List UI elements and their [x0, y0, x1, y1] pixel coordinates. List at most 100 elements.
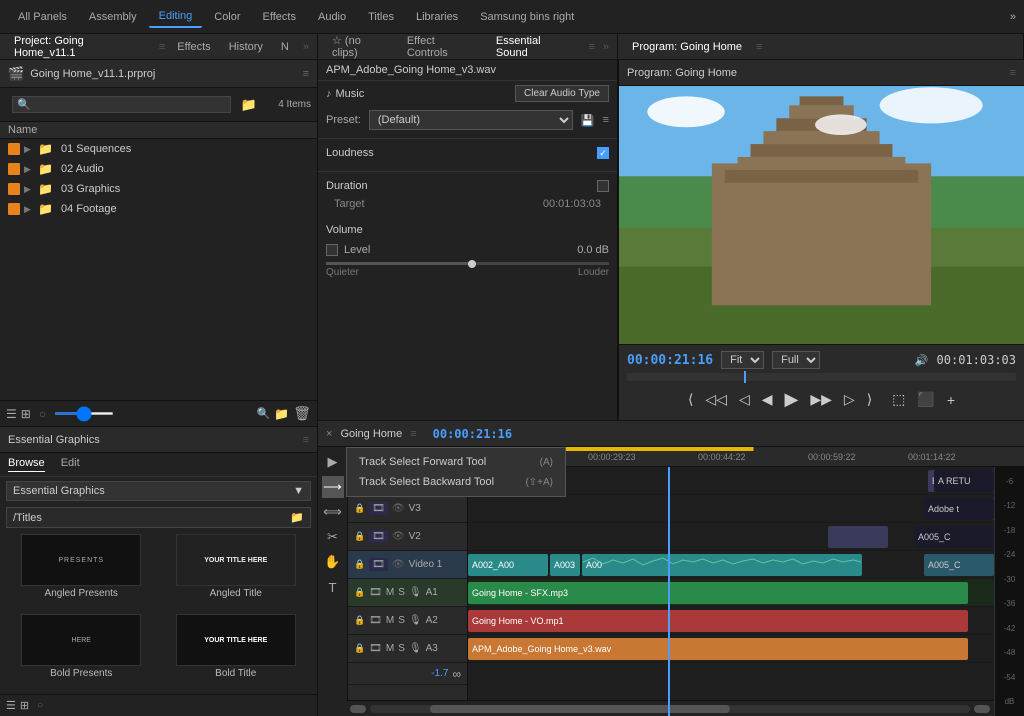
- pm-timeline-bar[interactable]: [627, 373, 1016, 381]
- track-clip-v2-a[interactable]: [828, 526, 888, 548]
- track-select-backward-item[interactable]: Track Select Backward Tool (⇧+A): [347, 472, 565, 492]
- timeline-scrollbar[interactable]: [370, 705, 970, 713]
- solo-icon-a3[interactable]: S: [398, 643, 405, 654]
- clear-audio-type-button[interactable]: Clear Audio Type: [515, 85, 609, 102]
- pm-rewind-button[interactable]: ◀: [758, 389, 777, 410]
- track-clip-v3-right[interactable]: Adobe t: [924, 498, 994, 520]
- timeline-playhead[interactable]: [668, 467, 670, 716]
- project-search-box[interactable]: 🔍: [12, 96, 231, 113]
- eg-item-angled-title[interactable]: Angled Title: [161, 534, 312, 610]
- eg-item-angled-presents[interactable]: Angled Presents: [6, 534, 157, 610]
- mute-icon-a2[interactable]: M: [386, 615, 394, 626]
- tab-project[interactable]: Project: Going Home_v11.1: [8, 33, 153, 61]
- track-select-tool-button[interactable]: ⟶: [322, 476, 344, 498]
- nav-audio[interactable]: Audio: [308, 7, 356, 27]
- pm-menu-icon[interactable]: ≡: [1010, 67, 1016, 79]
- tab-effect-controls[interactable]: Effect Controls: [401, 33, 484, 61]
- nav-more-button[interactable]: »: [1010, 11, 1016, 23]
- tab-essential-sound[interactable]: Essential Sound: [490, 33, 581, 61]
- scroll-left-btn[interactable]: [350, 705, 366, 713]
- pm-play-button[interactable]: ▶: [781, 387, 803, 412]
- eg-item-bold-presents[interactable]: Bold Presents: [6, 614, 157, 690]
- tab-n[interactable]: N: [275, 39, 295, 55]
- level-checkbox[interactable]: [326, 244, 338, 256]
- duration-checkbox[interactable]: [597, 180, 609, 192]
- level-slider[interactable]: [326, 262, 609, 265]
- list-item[interactable]: ▶ 📁 02 Audio: [0, 159, 317, 179]
- es-preset-menu-icon[interactable]: ≡: [603, 114, 609, 126]
- pm-add-button[interactable]: +: [943, 390, 959, 410]
- type-tool-button[interactable]: T: [322, 576, 344, 598]
- ripple-tool-button[interactable]: ⟺: [322, 501, 344, 523]
- razor-tool-button[interactable]: ✂: [322, 526, 344, 548]
- nav-all-panels[interactable]: All Panels: [8, 7, 77, 27]
- pm-out-point-button[interactable]: ⟩: [863, 389, 876, 410]
- expand-arrow-04[interactable]: ▶: [24, 204, 34, 215]
- nav-titles[interactable]: Titles: [358, 7, 404, 27]
- list-view-icon[interactable]: ☰: [6, 407, 17, 421]
- infinite-icon[interactable]: ∞: [452, 667, 461, 681]
- select-tool-button[interactable]: ▶: [322, 451, 344, 473]
- project-menu-icon[interactable]: ≡: [303, 68, 309, 80]
- track-clip-v2-right[interactable]: A005_C: [914, 526, 994, 548]
- pm-step-back-button[interactable]: ◁◁: [701, 389, 731, 410]
- track-clip-v1-a002[interactable]: A002_A00: [468, 554, 548, 576]
- track-clip-v1-a005[interactable]: A005_C: [924, 554, 994, 576]
- eye-icon-v1[interactable]: 👁: [392, 559, 405, 570]
- nav-effects[interactable]: Effects: [253, 7, 306, 27]
- eye-icon-v2[interactable]: 👁: [392, 531, 405, 542]
- track-clip-v1-a003[interactable]: A003: [550, 554, 580, 576]
- es-preset-save-icon[interactable]: 💾: [581, 114, 595, 127]
- zoom-slider[interactable]: [54, 412, 114, 415]
- eye-icon-v3[interactable]: 👁: [392, 503, 405, 514]
- pm-in-point-button[interactable]: ⟨: [684, 389, 697, 410]
- pm-lift-button[interactable]: ⬚: [888, 389, 909, 410]
- list-item[interactable]: ▶ 📁 01 Sequences: [0, 139, 317, 159]
- eg-path[interactable]: /Titles 📁: [6, 507, 311, 528]
- tab-edit[interactable]: Edit: [61, 457, 80, 472]
- nav-samsung[interactable]: Samsung bins right: [470, 7, 584, 27]
- tab-history[interactable]: History: [223, 39, 269, 55]
- timeline-close-button[interactable]: ×: [326, 428, 332, 440]
- scroll-right-btn[interactable]: [974, 705, 990, 713]
- track-clip-v4-right[interactable]: A RETU: [934, 470, 994, 492]
- pm-prev-frame-button[interactable]: ◁: [735, 389, 754, 410]
- track-clip-a3-apm[interactable]: APM_Adobe_Going Home_v3.wav: [468, 638, 968, 660]
- pm-next-frame-button[interactable]: ▷: [840, 389, 859, 410]
- eg-item-bold-title[interactable]: Bold Title: [161, 614, 312, 690]
- list-view-icon-eg[interactable]: ☰: [6, 699, 16, 712]
- hand-tool-button[interactable]: ✋: [322, 551, 344, 573]
- tab-effects[interactable]: Effects: [171, 39, 216, 55]
- mute-icon-a3[interactable]: M: [386, 643, 394, 654]
- mute-icon-a1[interactable]: M: [386, 587, 394, 598]
- essential-graphics-menu[interactable]: ≡: [303, 434, 309, 446]
- pm-resolution-select[interactable]: Full: [772, 351, 820, 369]
- grid-view-icon-eg[interactable]: ⊞: [20, 699, 29, 712]
- solo-icon-a2[interactable]: S: [398, 615, 405, 626]
- nav-color[interactable]: Color: [204, 7, 250, 27]
- list-item[interactable]: ▶ 📁 04 Footage: [0, 199, 317, 219]
- new-bin-icon-bottom[interactable]: 📁: [274, 407, 289, 421]
- search-input[interactable]: [35, 99, 226, 111]
- search-icon-bottom[interactable]: 🔍: [257, 407, 271, 420]
- nav-assembly[interactable]: Assembly: [79, 7, 147, 27]
- pm-forward-button[interactable]: ▶▶: [806, 389, 836, 410]
- expand-arrow-01[interactable]: ▶: [24, 144, 34, 155]
- expand-arrow-02[interactable]: ▶: [24, 164, 34, 175]
- pm-fit-select[interactable]: Fit: [721, 351, 764, 369]
- project-new-bin-icon[interactable]: 📁: [241, 97, 257, 113]
- pm-extract-button[interactable]: ⬛: [913, 389, 938, 410]
- nav-editing[interactable]: Editing: [149, 6, 203, 28]
- solo-icon-a1[interactable]: S: [398, 587, 405, 598]
- track-select-forward-item[interactable]: Track Select Forward Tool (A): [347, 452, 565, 472]
- es-preset-select[interactable]: (Default): [369, 110, 573, 130]
- nav-libraries[interactable]: Libraries: [406, 7, 468, 27]
- eg-dropdown[interactable]: Essential Graphics ▼: [6, 481, 311, 501]
- loudness-checkbox[interactable]: ✓: [597, 147, 609, 159]
- track-clip-a1-sfx[interactable]: Going Home - SFX.mp3: [468, 582, 968, 604]
- delete-icon[interactable]: 🗑: [293, 405, 311, 422]
- tab-browse[interactable]: Browse: [8, 457, 45, 472]
- tab-program-monitor[interactable]: Program: Going Home: [626, 39, 748, 55]
- list-item[interactable]: ▶ 📁 03 Graphics: [0, 179, 317, 199]
- grid-view-icon[interactable]: ⊞: [21, 407, 31, 421]
